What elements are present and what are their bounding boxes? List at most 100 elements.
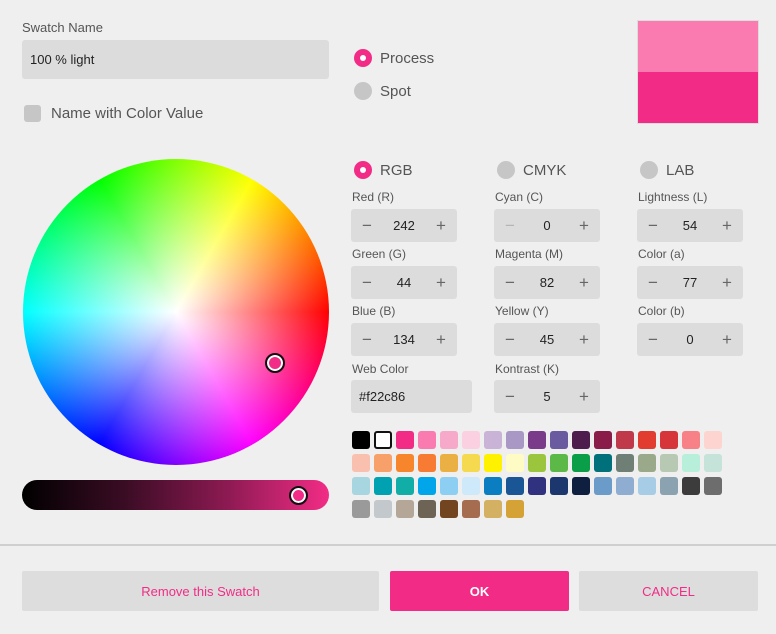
palette-swatch[interactable] [440,500,458,518]
swatch-name-input[interactable] [22,40,329,79]
name-with-color-value-option[interactable]: Name with Color Value [24,105,203,122]
yellow-value[interactable]: 45 [518,332,576,347]
palette-swatch[interactable] [396,477,414,495]
web-color-input[interactable] [351,380,472,413]
blue-value[interactable]: 134 [375,332,433,347]
palette-swatch[interactable] [528,454,546,472]
green-increment-button[interactable]: + [433,274,449,291]
ok-button[interactable]: OK [390,571,569,611]
palette-swatch[interactable] [352,477,370,495]
magenta-decrement-button[interactable]: − [502,274,518,291]
lightness-decrement-button[interactable]: − [645,217,661,234]
radio-rgb-dot[interactable] [354,161,372,179]
palette-swatch[interactable] [616,431,634,449]
palette-swatch[interactable] [594,431,612,449]
blue-increment-button[interactable]: + [433,331,449,348]
palette-swatch[interactable] [550,454,568,472]
palette-swatch[interactable] [594,477,612,495]
cyan-increment-button[interactable]: + [576,217,592,234]
color-a-value[interactable]: 77 [661,275,719,290]
palette-swatch[interactable] [506,454,524,472]
magenta-value[interactable]: 82 [518,275,576,290]
palette-swatch[interactable] [506,477,524,495]
palette-swatch[interactable] [572,454,590,472]
palette-swatch[interactable] [572,477,590,495]
color-b-increment-button[interactable]: + [719,331,735,348]
radio-spot[interactable]: Spot [354,82,411,100]
palette-swatch[interactable] [484,477,502,495]
lightness-slider-handle[interactable] [289,486,308,505]
radio-process[interactable]: Process [354,49,434,67]
radio-spot-dot[interactable] [354,82,372,100]
palette-swatch[interactable] [418,500,436,518]
palette-swatch[interactable] [638,431,656,449]
palette-swatch[interactable] [528,431,546,449]
palette-swatch[interactable] [660,477,678,495]
palette-swatch[interactable] [484,500,502,518]
palette-swatch[interactable] [506,500,524,518]
palette-swatch[interactable] [638,454,656,472]
green-decrement-button[interactable]: − [359,274,375,291]
palette-swatch[interactable] [682,431,700,449]
palette-swatch[interactable] [506,431,524,449]
palette-swatch[interactable] [704,477,722,495]
palette-swatch[interactable] [418,431,436,449]
radio-rgb[interactable]: RGB [354,161,413,179]
palette-swatch[interactable] [440,431,458,449]
palette-swatch[interactable] [352,500,370,518]
cyan-decrement-button[interactable]: − [502,217,518,234]
color-b-decrement-button[interactable]: − [645,331,661,348]
lightness-stepper[interactable]: − 54 + [637,209,743,242]
cancel-button[interactable]: CANCEL [579,571,758,611]
remove-swatch-button[interactable]: Remove this Swatch [22,571,379,611]
kontrast-stepper[interactable]: − 5 + [494,380,600,413]
palette-swatch[interactable] [462,454,480,472]
color-wheel-handle[interactable] [265,353,285,373]
palette-swatch[interactable] [462,477,480,495]
yellow-stepper[interactable]: − 45 + [494,323,600,356]
color-a-stepper[interactable]: − 77 + [637,266,743,299]
palette-swatch[interactable] [352,454,370,472]
radio-process-dot[interactable] [354,49,372,67]
palette-swatch[interactable] [440,477,458,495]
blue-stepper[interactable]: − 134 + [351,323,457,356]
palette-swatch[interactable] [484,431,502,449]
yellow-increment-button[interactable]: + [576,331,592,348]
red-stepper[interactable]: − 242 + [351,209,457,242]
palette-swatch[interactable] [374,477,392,495]
lightness-value[interactable]: 54 [661,218,719,233]
lightness-slider[interactable] [22,480,329,510]
green-stepper[interactable]: − 44 + [351,266,457,299]
palette-swatch[interactable] [374,454,392,472]
palette-swatch[interactable] [550,431,568,449]
palette-swatch[interactable] [660,431,678,449]
cyan-value[interactable]: 0 [518,218,576,233]
magenta-stepper[interactable]: − 82 + [494,266,600,299]
palette-swatch[interactable] [396,431,414,449]
kontrast-increment-button[interactable]: + [576,388,592,405]
color-a-decrement-button[interactable]: − [645,274,661,291]
palette-swatch[interactable] [396,500,414,518]
red-value[interactable]: 242 [375,218,433,233]
palette-swatch[interactable] [704,454,722,472]
palette-swatch[interactable] [396,454,414,472]
yellow-decrement-button[interactable]: − [502,331,518,348]
lightness-increment-button[interactable]: + [719,217,735,234]
palette-swatch[interactable] [682,477,700,495]
palette-swatch[interactable] [462,431,480,449]
color-wheel[interactable] [23,159,329,465]
palette-swatch[interactable] [528,477,546,495]
palette-swatch[interactable] [374,500,392,518]
color-b-value[interactable]: 0 [661,332,719,347]
palette-swatch[interactable] [704,431,722,449]
palette-swatch[interactable] [660,454,678,472]
green-value[interactable]: 44 [375,275,433,290]
magenta-increment-button[interactable]: + [576,274,592,291]
palette-swatch[interactable] [374,431,392,449]
color-a-increment-button[interactable]: + [719,274,735,291]
color-b-stepper[interactable]: − 0 + [637,323,743,356]
palette-swatch[interactable] [418,454,436,472]
radio-cmyk[interactable]: CMYK [497,161,566,179]
palette-swatch[interactable] [550,477,568,495]
palette-swatch[interactable] [352,431,370,449]
